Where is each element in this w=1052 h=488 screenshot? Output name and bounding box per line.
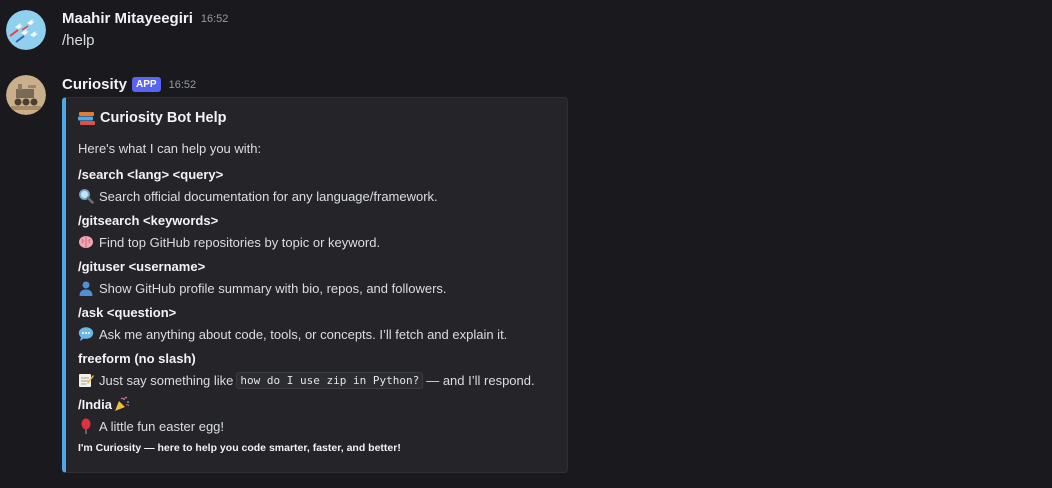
command-description: Show GitHub profile summary with bio, re… — [78, 279, 447, 297]
user-silhouette-icon — [78, 280, 94, 296]
command-ask: /ask <question> Ask me anything about co… — [78, 303, 507, 343]
brain-icon — [78, 234, 94, 250]
embed-title: Curiosity Bot Help — [78, 110, 226, 126]
embed-intro: Here's what I can help you with: — [78, 141, 262, 156]
command-description-text-after: — and I’ll respond. — [426, 372, 535, 388]
message-header: Maahir Mitayeegiri 16:52 — [62, 10, 228, 27]
command-name: /ask <question> — [78, 304, 177, 320]
command-name: /gitsearch <keywords> — [78, 212, 219, 228]
help-embed: Curiosity Bot Help Here's what I can hel… — [62, 97, 568, 473]
embed-footer: I'm Curiosity — here to help you code sm… — [78, 442, 401, 454]
fighter-jets-avatar-icon[interactable] — [6, 10, 46, 50]
timestamp[interactable]: 16:52 — [169, 79, 197, 91]
magnifier-icon — [78, 188, 94, 204]
username[interactable]: Curiosity — [62, 76, 127, 93]
inline-code: how do I use zip in Python? — [236, 371, 424, 389]
mars-rover-avatar-icon[interactable] — [6, 75, 46, 115]
chat-area: Maahir Mitayeegiri 16:52 /help Curiosity… — [0, 0, 1052, 488]
command-name: /India — [78, 395, 224, 413]
command-description-text: A little fun easter egg! — [99, 418, 225, 434]
command-name-text: /India — [78, 396, 112, 412]
command-description-text: Find top GitHub repositories by topic or… — [99, 234, 381, 250]
command-description: Just say something like how do I use zip… — [78, 371, 535, 389]
balloon-icon — [78, 418, 94, 434]
message-content: /help — [62, 32, 95, 49]
memo-icon — [78, 372, 94, 388]
command-description-text: Show GitHub profile summary with bio, re… — [99, 280, 447, 296]
command-description: Search official documentation for any la… — [78, 187, 438, 205]
command-description: Find top GitHub repositories by topic or… — [78, 233, 380, 251]
command-description-text: Just say something like — [99, 372, 234, 388]
command-gituser: /gituser <username> Show GitHub profile … — [78, 257, 447, 297]
books-icon — [78, 111, 95, 126]
message-header: Curiosity APP 16:52 — [62, 76, 196, 93]
command-search: /search <lang> <query> Search official d… — [78, 165, 438, 205]
command-name: /search <lang> <query> — [78, 166, 224, 182]
command-description-text: Ask me anything about code, tools, or co… — [99, 326, 508, 342]
command-description: Ask me anything about code, tools, or co… — [78, 325, 507, 343]
command-description: A little fun easter egg! — [78, 417, 224, 435]
command-description-text: Search official documentation for any la… — [99, 188, 438, 204]
timestamp[interactable]: 16:52 — [201, 13, 229, 25]
embed-title-text: Curiosity Bot Help — [100, 110, 227, 126]
command-gitsearch: /gitsearch <keywords> Find top GitHub re… — [78, 211, 380, 251]
speech-bubble-icon — [78, 326, 94, 342]
command-india: /India A little fun easter egg! — [78, 395, 224, 435]
username[interactable]: Maahir Mitayeegiri — [62, 10, 193, 27]
command-freeform: freeform (no slash) Just say something l… — [78, 349, 535, 389]
command-name: freeform (no slash) — [78, 350, 196, 366]
command-name: /gituser <username> — [78, 258, 206, 274]
app-badge: APP — [132, 77, 161, 92]
party-popper-icon — [114, 396, 130, 412]
